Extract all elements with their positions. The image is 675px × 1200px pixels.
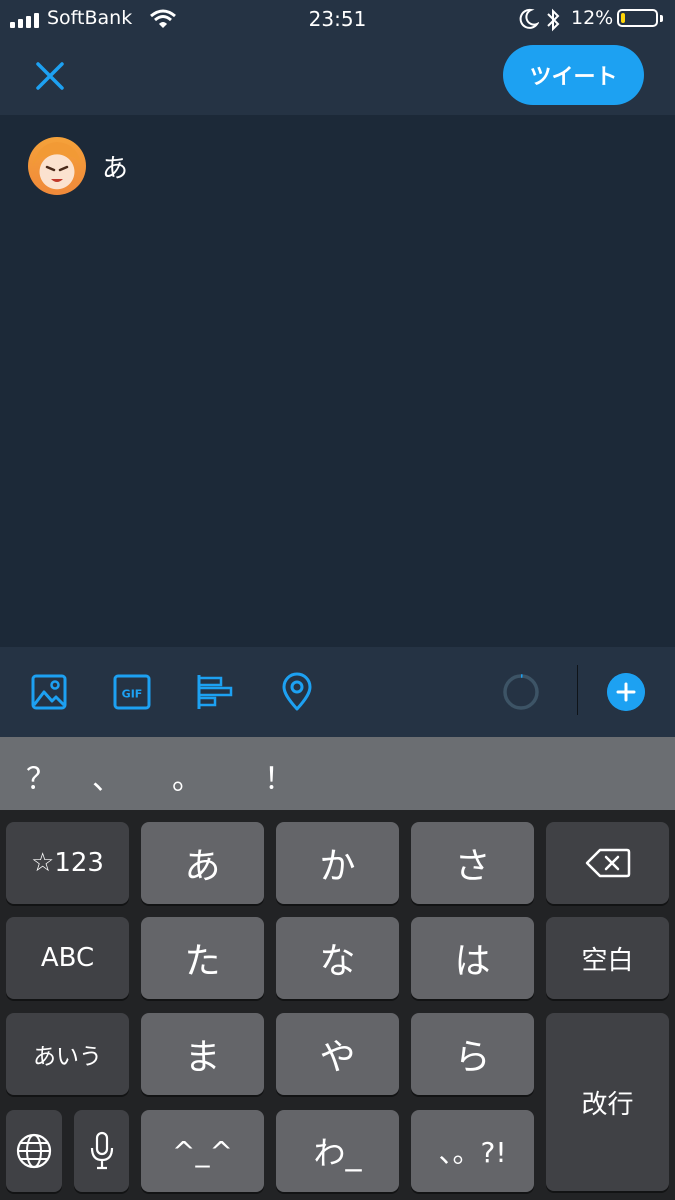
- battery-icon: [617, 9, 658, 27]
- battery-percent: 12%: [571, 7, 614, 29]
- kana-key-ma[interactable]: ま: [141, 1013, 264, 1095]
- key-label: あ: [184, 846, 221, 887]
- compose-header: ツイート: [0, 40, 675, 115]
- key-label: ^_^: [172, 1134, 233, 1168]
- japanese-keyboard: ☆123 あ か さ ABC た な は 空白 あいう ま や ら 改行 ^_^…: [0, 810, 675, 1200]
- key-label: あいう: [33, 1044, 102, 1070]
- kana-key-ka[interactable]: か: [276, 822, 399, 904]
- candidate-item[interactable]: ！: [264, 754, 294, 798]
- toolbar-divider: [577, 665, 578, 715]
- backspace-key[interactable]: [546, 822, 669, 904]
- key-label: さ: [454, 846, 491, 887]
- kana-key-ta[interactable]: た: [141, 917, 264, 999]
- key-label: か: [319, 846, 356, 887]
- poll-icon[interactable]: [195, 672, 235, 712]
- close-icon[interactable]: [30, 56, 70, 96]
- plus-icon[interactable]: [607, 673, 645, 711]
- candidate-item[interactable]: 、: [92, 754, 122, 798]
- microphone-icon: [90, 1131, 113, 1170]
- location-icon[interactable]: [277, 672, 317, 712]
- avatar-face: [32, 142, 82, 182]
- key-label: 、。?!: [438, 1136, 507, 1169]
- status-bar: SoftBank 23:51 12%: [0, 0, 675, 40]
- gif-icon[interactable]: GIF: [112, 672, 152, 712]
- gif-icon-frame: GIF: [113, 674, 151, 710]
- kana-key-ra[interactable]: ら: [411, 1013, 534, 1095]
- gif-icon-label: GIF: [122, 688, 143, 701]
- char-counter-icon: [503, 674, 539, 710]
- key-label: わ_: [313, 1134, 362, 1172]
- image-icon[interactable]: [29, 672, 69, 712]
- battery-fill: [621, 13, 625, 23]
- return-key[interactable]: 改行: [546, 1013, 669, 1191]
- kana-key-ha[interactable]: は: [411, 917, 534, 999]
- kaomoji-key[interactable]: ^_^: [141, 1110, 264, 1192]
- globe-key[interactable]: [6, 1110, 62, 1192]
- delete-icon: [585, 848, 630, 878]
- microphone-key[interactable]: [74, 1110, 129, 1192]
- key-label: は: [454, 941, 491, 982]
- keyboard-candidate-bar: ？ 、 。 ！: [0, 737, 675, 810]
- avatar: [28, 137, 86, 195]
- kana-key-ya[interactable]: や: [276, 1013, 399, 1095]
- kana-key-wa[interactable]: わ_: [276, 1110, 399, 1192]
- key-label: ABC: [40, 943, 95, 973]
- kana-key-na[interactable]: な: [276, 917, 399, 999]
- battery-nub: [660, 15, 663, 22]
- kana-mode-key[interactable]: あいう: [6, 1013, 129, 1095]
- bluetooth-icon: [547, 8, 560, 32]
- tweet-button[interactable]: ツイート: [503, 45, 644, 105]
- key-label: ま: [184, 1037, 221, 1078]
- symbols-key[interactable]: ☆123: [6, 822, 129, 904]
- key-label: 改行: [581, 1089, 634, 1120]
- kana-key-sa[interactable]: さ: [411, 822, 534, 904]
- compose-toolbar: GIF: [0, 647, 675, 737]
- abc-key[interactable]: ABC: [6, 917, 129, 999]
- candidate-item[interactable]: 。: [172, 754, 202, 798]
- candidate-item[interactable]: ？: [26, 754, 56, 798]
- key-label: や: [319, 1037, 356, 1078]
- kana-key-a[interactable]: あ: [141, 822, 264, 904]
- key-label: な: [319, 941, 356, 982]
- key-label: ら: [454, 1037, 491, 1078]
- space-key[interactable]: 空白: [546, 917, 669, 999]
- moon-icon: [519, 8, 539, 29]
- globe-icon: [16, 1133, 52, 1169]
- tweet-text-input[interactable]: あ: [102, 148, 128, 185]
- key-label: 空白: [581, 945, 634, 976]
- punctuation-key[interactable]: 、。?!: [411, 1110, 534, 1192]
- key-label: ☆123: [31, 848, 104, 878]
- key-label: た: [184, 941, 221, 982]
